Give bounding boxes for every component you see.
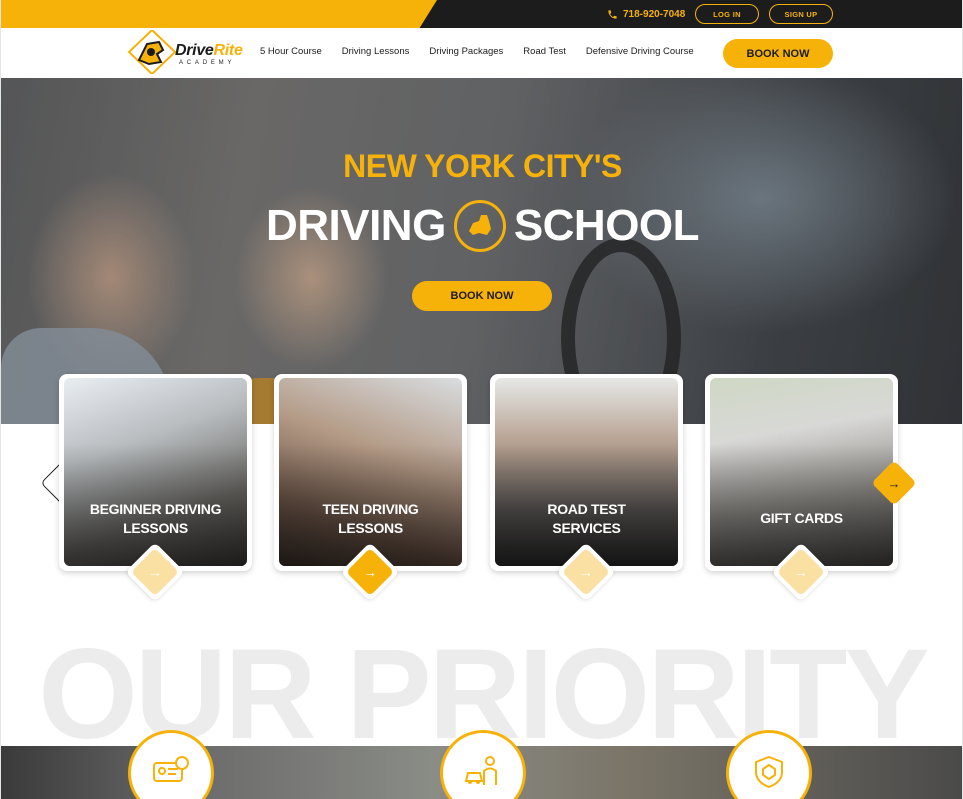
nav-link-driving-lessons[interactable]: Driving Lessons (342, 46, 410, 57)
phone-link[interactable]: 718-920-7048 (607, 7, 685, 21)
main-nav: DriveRite ACADEMY 5 Hour Course Driving … (1, 28, 962, 78)
arrow-right-icon: → (363, 564, 377, 580)
phone-icon (608, 9, 617, 19)
login-button[interactable]: LOG IN (695, 4, 759, 24)
hero-title-school: SCHOOL (513, 201, 700, 250)
hero-title-line1: NEW YORK CITY'S (343, 148, 622, 184)
logo-tagline: ACADEMY (179, 60, 236, 66)
hero-title-line2: DRIVING SCHOOL (1, 200, 962, 252)
logo-wordmark: DriveRite (175, 42, 243, 60)
card-title: BEGINNER DRIVING LESSONS (59, 500, 252, 538)
top-bar: 718-920-7048 LOG IN SIGN UP (1, 0, 962, 28)
card-title: GIFT CARDS (705, 509, 898, 528)
license-card-icon (153, 756, 189, 782)
card-title-line1: BEGINNER DRIVING (89, 501, 222, 517)
arrow-right-icon: → (794, 564, 808, 580)
shield-badge-icon (755, 755, 783, 789)
new-york-state-icon (453, 200, 506, 252)
nav-link-road-test[interactable]: Road Test (523, 46, 566, 57)
nav-links: 5 Hour Course Driving Lessons Driving Pa… (260, 46, 694, 57)
arrow-right-icon: → (148, 564, 162, 580)
signup-button[interactable]: SIGN UP (769, 4, 833, 24)
service-card-teen[interactable]: TEEN DRIVING LESSONS → (274, 374, 467, 602)
logo-mark-icon (127, 30, 177, 74)
page: 718-920-7048 LOG IN SIGN UP DriveRite AC… (0, 0, 963, 799)
logo-word-drive: Drive (175, 42, 214, 59)
logo[interactable]: DriveRite ACADEMY (127, 30, 247, 74)
card-title-line2: LESSONS (123, 520, 188, 536)
card-title-line2: LESSONS (338, 520, 403, 536)
card-title-line1: GIFT CARDS (760, 510, 843, 526)
card-title-line1: TEEN DRIVING (322, 501, 419, 517)
nav-link-defensive-driving[interactable]: Defensive Driving Course (586, 46, 694, 57)
logo-word-rite: Rite (213, 42, 243, 59)
card-title: TEEN DRIVING LESSONS (274, 500, 467, 538)
top-bar-accent (1, 0, 437, 28)
card-photo-overlay (710, 378, 893, 566)
card-title-line1: ROAD TEST (547, 501, 626, 517)
card-title: ROAD TEST SERVICES (490, 500, 683, 538)
card-title-line2: SERVICES (552, 520, 621, 536)
nav-link-driving-packages[interactable]: Driving Packages (429, 46, 503, 57)
book-now-hero-button[interactable]: BOOK NOW (412, 281, 552, 311)
service-card-road-test[interactable]: ROAD TEST SERVICES → (490, 374, 683, 602)
hero-title-driving: DRIVING (265, 201, 446, 250)
phone-number: 718-920-7048 (623, 8, 686, 20)
nav-link-5-hour-course[interactable]: 5 Hour Course (260, 46, 322, 57)
card-photo (710, 378, 893, 566)
arrow-right-icon: → (887, 475, 901, 491)
hero-banner: NEW YORK CITY'S DRIVING SCHOOL BOOK NOW (1, 78, 962, 424)
service-card-gift-cards[interactable]: GIFT CARDS → (705, 374, 898, 602)
book-now-nav-button[interactable]: BOOK NOW (723, 39, 833, 68)
arrow-right-icon: → (579, 564, 593, 580)
service-card-beginner[interactable]: BEGINNER DRIVING LESSONS → (59, 374, 252, 602)
driver-car-icon (464, 756, 497, 785)
